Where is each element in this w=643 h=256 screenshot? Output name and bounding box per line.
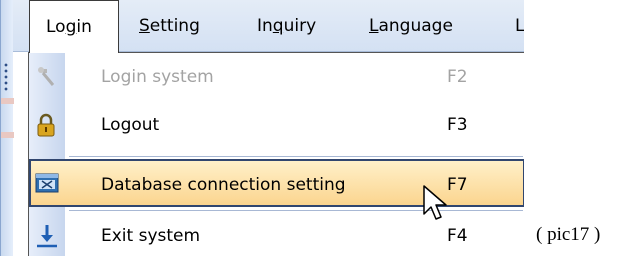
menu-separator (69, 156, 523, 157)
menu-item-shortcut: F3 (447, 115, 468, 135)
menu-setting-label: Setting (139, 16, 200, 36)
edge-mark (1, 132, 14, 138)
exit-arrow-icon (37, 225, 57, 248)
menu-login[interactable]: Login (29, 0, 119, 53)
toolbar-grip-handle[interactable] (4, 62, 8, 92)
menu-bar: Login Setting Inquiry Language L (13, 0, 524, 53)
menu-inquiry[interactable]: Inquiry (257, 0, 316, 52)
menu-language-label: Language (369, 16, 453, 36)
menu-language[interactable]: Language (369, 0, 453, 52)
menu-item-label: Logout (101, 115, 160, 135)
login-system-icon (38, 67, 55, 86)
menu-item-shortcut: F4 (447, 226, 468, 246)
menu-item-label: Database connection setting (101, 175, 346, 195)
menu-partial-item[interactable]: L (515, 0, 524, 52)
database-settings-icon (35, 173, 59, 193)
menu-item-label: Login system (101, 67, 214, 87)
application-window: Login Setting Inquiry Language L Login s… (0, 0, 524, 256)
login-dropdown-menu: Login system F2 Logout F3 Database conne… (28, 52, 524, 256)
mouse-pointer-icon (423, 185, 447, 220)
menu-login-label: Login (46, 17, 92, 37)
menu-item-shortcut: F7 (447, 175, 468, 195)
menu-item-logout[interactable]: Logout F3 (29, 101, 524, 149)
menu-setting[interactable]: Setting (139, 0, 200, 52)
toolbar-edge (0, 0, 14, 256)
menu-item-shortcut: F2 (447, 67, 468, 87)
figure-caption: ( pic17 ) (536, 224, 601, 245)
menu-item-login-system[interactable]: Login system F2 (29, 53, 524, 101)
menu-item-label: Exit system (101, 226, 201, 246)
menu-inquiry-label: Inquiry (257, 16, 317, 36)
menu-partial-label: L (515, 16, 524, 36)
menu-separator (69, 210, 523, 211)
padlock-icon (37, 113, 55, 137)
edge-mark (1, 98, 14, 104)
